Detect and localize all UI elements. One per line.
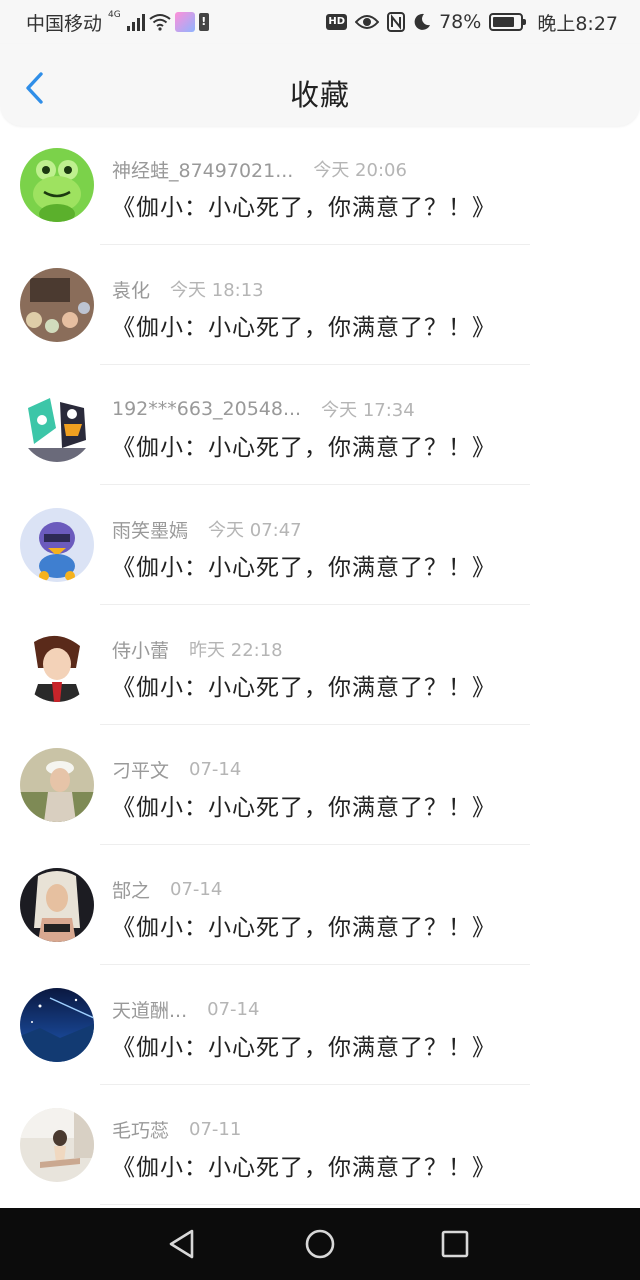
timestamp: 昨天 22:18 bbox=[189, 640, 283, 661]
sender-name[interactable]: 毛巧蕊 bbox=[112, 1116, 169, 1143]
divider bbox=[100, 484, 530, 485]
timestamp: 07-14 bbox=[170, 878, 223, 900]
item-meta: 毛巧蕊 07-11 bbox=[112, 1116, 241, 1142]
favorites-list: 神经蛙_87497021... 今天 20:06 《伽小：小心死了，你满意了？！》袁… bbox=[0, 136, 640, 1216]
sender-name[interactable]: 神经蛙_87497021... bbox=[112, 156, 293, 183]
item-meta: 雨笑墨嫣 今天 07:47 bbox=[112, 516, 302, 542]
favorite-item[interactable]: 侍小蕾 昨天 22:18 《伽小：小心死了，你满意了？！》 bbox=[0, 616, 640, 736]
sender-name[interactable]: 郜之 bbox=[112, 876, 150, 903]
battery-alert-icon: ! bbox=[198, 13, 209, 31]
item-meta: 神经蛙_87497021... 今天 20:06 bbox=[112, 156, 407, 182]
favorite-content[interactable]: 《伽小：小心死了，你满意了？！》 bbox=[112, 668, 496, 702]
battery-percent: 78% bbox=[439, 11, 482, 33]
favorite-item[interactable]: 郜之 07-14 《伽小：小心死了，你满意了？！》 bbox=[0, 856, 640, 976]
avatar[interactable] bbox=[20, 268, 94, 342]
app-notification-icon bbox=[174, 12, 195, 32]
favorite-item[interactable]: 天道酬... 07-14 《伽小：小心死了，你满意了？！》 bbox=[0, 976, 640, 1096]
item-meta: 袁化 今天 18:13 bbox=[112, 276, 264, 302]
divider bbox=[100, 1084, 530, 1085]
eye-icon bbox=[355, 15, 380, 29]
avatar[interactable] bbox=[20, 1108, 94, 1182]
avatar[interactable] bbox=[20, 748, 94, 822]
sender-name[interactable]: 192***663_20548... bbox=[112, 398, 301, 420]
avatar[interactable] bbox=[20, 148, 94, 222]
timestamp: 07-14 bbox=[207, 998, 260, 1020]
sender-name[interactable]: 刁平文 bbox=[112, 756, 169, 783]
favorite-content[interactable]: 《伽小：小心死了，你满意了？！》 bbox=[112, 788, 496, 822]
nav-back-button[interactable] bbox=[162, 1224, 202, 1264]
favorite-item[interactable]: 神经蛙_87497021... 今天 20:06 《伽小：小心死了，你满意了？！》 bbox=[0, 136, 640, 256]
divider bbox=[100, 364, 530, 365]
system-nav-bar bbox=[0, 1208, 640, 1280]
clock: 晚上8:27 bbox=[537, 12, 618, 35]
avatar[interactable] bbox=[20, 868, 94, 942]
page-title: 收藏 bbox=[289, 78, 350, 112]
favorite-item[interactable]: 袁化 今天 18:13 《伽小：小心死了，你满意了？！》 bbox=[0, 256, 640, 376]
nav-recents-button[interactable] bbox=[435, 1224, 475, 1264]
signal-icon bbox=[126, 13, 145, 31]
divider bbox=[100, 844, 530, 845]
divider bbox=[100, 724, 530, 725]
favorite-content[interactable]: 《伽小：小心死了，你满意了？！》 bbox=[112, 1028, 496, 1062]
favorite-item[interactable]: 刁平文 07-14 《伽小：小心死了，你满意了？！》 bbox=[0, 736, 640, 856]
wifi-icon bbox=[149, 14, 171, 31]
avatar[interactable] bbox=[20, 628, 94, 702]
favorite-item[interactable]: 192***663_20548... 今天 17:34 《伽小：小心死了，你满意了？… bbox=[0, 376, 640, 496]
timestamp: 07-11 bbox=[189, 1118, 242, 1140]
nfc-icon bbox=[387, 12, 406, 32]
home-circle-icon[interactable] bbox=[304, 1228, 336, 1260]
favorite-content[interactable]: 《伽小：小心死了，你满意了？！》 bbox=[112, 308, 496, 342]
battery-icon bbox=[489, 13, 527, 31]
favorite-content[interactable]: 《伽小：小心死了，你满意了？！》 bbox=[112, 428, 496, 462]
item-meta: 天道酬... 07-14 bbox=[112, 996, 259, 1022]
favorite-content[interactable]: 《伽小：小心死了，你满意了？！》 bbox=[112, 908, 496, 942]
favorite-item[interactable]: 雨笑墨嫣 今天 07:47 《伽小：小心死了，你满意了？！》 bbox=[0, 496, 640, 616]
timestamp: 07-14 bbox=[189, 758, 242, 780]
favorite-content[interactable]: 《伽小：小心死了，你满意了？！》 bbox=[112, 548, 496, 582]
sender-name[interactable]: 天道酬... bbox=[112, 996, 187, 1023]
timestamp: 今天 18:13 bbox=[170, 280, 264, 301]
hd-icon: HD bbox=[326, 14, 348, 30]
back-triangle-icon[interactable] bbox=[167, 1228, 197, 1260]
status-bar: 中国移动 4G ! HD 78% 晚上8:27 bbox=[0, 0, 640, 44]
recents-square-icon[interactable] bbox=[440, 1229, 470, 1259]
carrier-name: 中国移动 bbox=[26, 12, 103, 35]
sender-name[interactable]: 雨笑墨嫣 bbox=[112, 516, 188, 543]
favorite-content[interactable]: 《伽小：小心死了，你满意了？！》 bbox=[112, 1148, 496, 1182]
favorite-content[interactable]: 《伽小：小心死了，你满意了？！》 bbox=[112, 188, 496, 222]
item-meta: 刁平文 07-14 bbox=[112, 756, 241, 782]
battery-fill bbox=[493, 17, 514, 27]
item-meta: 郜之 07-14 bbox=[112, 876, 222, 902]
item-meta: 192***663_20548... 今天 17:34 bbox=[112, 396, 415, 422]
nav-home-button[interactable] bbox=[300, 1224, 340, 1264]
divider bbox=[100, 604, 530, 605]
divider bbox=[100, 1204, 530, 1205]
timestamp: 今天 07:47 bbox=[208, 520, 302, 541]
item-meta: 侍小蕾 昨天 22:18 bbox=[112, 636, 283, 662]
divider bbox=[100, 964, 530, 965]
status-left: 中国移动 4G ! bbox=[26, 10, 209, 35]
favorite-item[interactable]: 毛巧蕊 07-11 《伽小：小心死了，你满意了？！》 bbox=[0, 1096, 640, 1216]
timestamp: 今天 20:06 bbox=[313, 160, 407, 181]
sender-name[interactable]: 袁化 bbox=[112, 276, 150, 303]
avatar[interactable] bbox=[20, 988, 94, 1062]
avatar[interactable] bbox=[20, 388, 94, 462]
moon-icon bbox=[414, 13, 431, 30]
divider bbox=[100, 244, 530, 245]
header: 收藏 bbox=[0, 44, 640, 126]
network-type: 4G bbox=[108, 10, 121, 20]
avatar[interactable] bbox=[20, 508, 94, 582]
status-right: HD 78% 晚上8:27 bbox=[326, 10, 618, 35]
timestamp: 今天 17:34 bbox=[321, 400, 415, 421]
sender-name[interactable]: 侍小蕾 bbox=[112, 636, 169, 663]
